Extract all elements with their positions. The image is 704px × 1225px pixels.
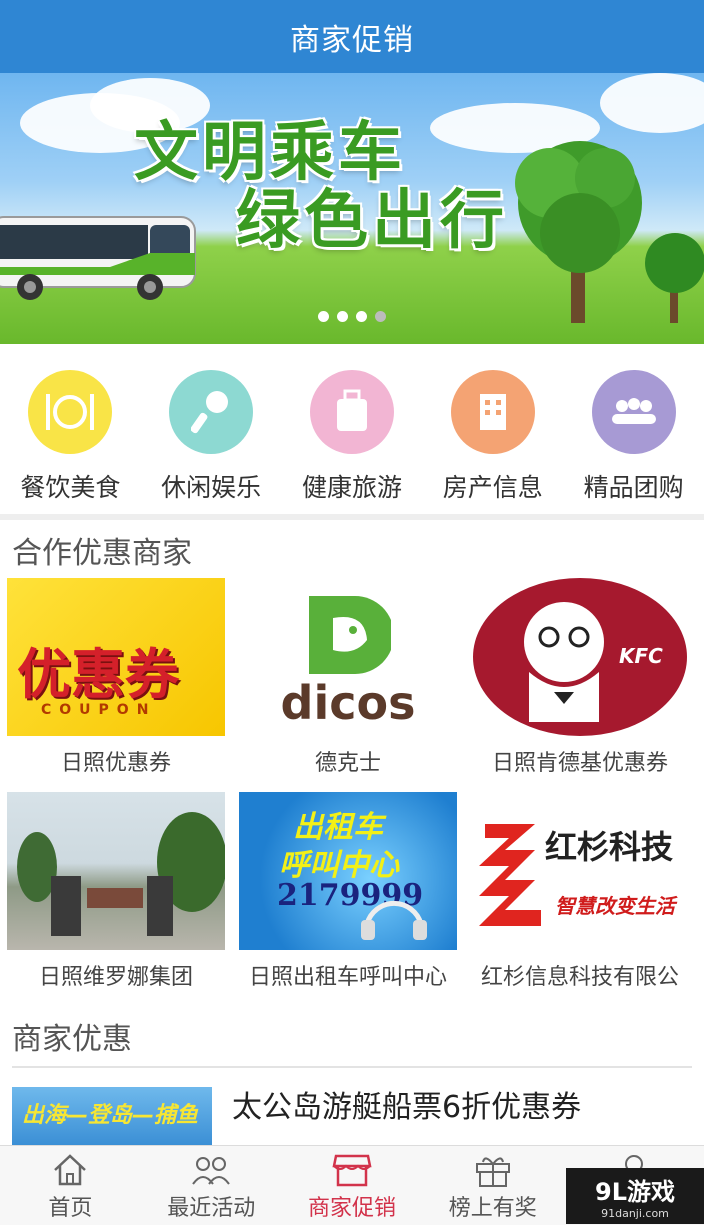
banner-slogan-line2: 绿色出行	[236, 184, 508, 258]
tab-label: 最近活动	[167, 1196, 256, 1221]
merchant-name: 日照肯德基优惠券	[491, 751, 668, 776]
dicos-bird-icon	[309, 596, 391, 674]
headset-icon	[361, 900, 427, 940]
merchant-name: 红杉信息科技有限公	[480, 965, 679, 990]
tree-illustration	[645, 233, 704, 323]
partners-section-title: 合作优惠商家	[12, 536, 192, 571]
deal-image: 出海—登岛—捕鱼	[12, 1087, 212, 1145]
category-label: 餐饮美食	[20, 473, 121, 502]
microphone-icon	[169, 370, 254, 454]
people-icon	[192, 1157, 231, 1185]
redwood-logo-text: 红杉科技	[545, 828, 674, 866]
merchant-name: 日照优惠券	[60, 751, 171, 776]
deal-title: 太公岛游艇船票6折优惠券	[232, 1090, 582, 1125]
deal-image-text: 出海—登岛—捕鱼	[22, 1103, 199, 1128]
carousel-dot[interactable]	[356, 311, 367, 322]
deal-item[interactable]: 出海—登岛—捕鱼 太公岛游艇船票6折优惠券	[12, 1087, 692, 1147]
redwood-logo-icon	[479, 824, 541, 926]
category-label: 房产信息	[442, 473, 543, 502]
merchant-logo: 出租车 呼叫中心 2179999	[239, 792, 457, 950]
site-watermark: 9L游戏 91danji.com	[566, 1168, 704, 1224]
coupon-logo-sub: COUPON	[41, 702, 157, 718]
luggage-icon	[309, 370, 394, 454]
merchant-name: 日照出租车呼叫中心	[248, 965, 447, 990]
tab-label: 榜上有奖	[448, 1196, 537, 1221]
tab-recent-activities[interactable]: 最近活动	[141, 1146, 282, 1225]
tab-rankings[interactable]: 榜上有奖	[422, 1146, 563, 1225]
carousel-dot[interactable]	[375, 311, 386, 322]
deals-section-title: 商家优惠	[12, 1022, 132, 1057]
category-dining[interactable]: 餐饮美食	[0, 344, 140, 514]
merchant-photo	[7, 792, 225, 950]
category-label: 健康旅游	[301, 473, 402, 502]
building-icon	[450, 370, 535, 454]
merchant-grid: 优惠券 COUPON 日照优惠券 dicos 德克士 KFC 日照肯德基优惠券 …	[0, 578, 704, 1006]
category-travel[interactable]: 健康旅游	[282, 344, 422, 514]
category-label: 休闲娱乐	[161, 473, 262, 502]
promo-banner[interactable]: 文明乘车 绿色出行	[0, 73, 704, 344]
tab-merchant-promos[interactable]: 商家促销	[282, 1146, 423, 1225]
category-label: 精品团购	[583, 473, 684, 502]
watermark-url: 91danji.com	[601, 1207, 669, 1220]
bus-illustration	[0, 216, 196, 300]
carousel-dot[interactable]	[318, 311, 329, 322]
merchant-logo: dicos	[239, 578, 457, 736]
kfc-logo-text: KFC	[619, 644, 663, 668]
merchant-card[interactable]: dicos 德克士	[232, 578, 464, 792]
category-groupbuy[interactable]: 精品团购	[564, 344, 704, 514]
dicos-logo-text: dicos	[280, 676, 416, 730]
redwood-logo-sub: 智慧改变生活	[555, 894, 675, 918]
tree-illustration	[515, 141, 642, 323]
plate-cutlery-icon	[28, 370, 113, 454]
watermark-logo: 9L游戏	[595, 1178, 675, 1206]
carousel-indicators[interactable]	[0, 311, 704, 322]
gift-icon	[475, 1157, 510, 1187]
merchant-card[interactable]: 出租车 呼叫中心 2179999 日照出租车呼叫中心	[232, 792, 464, 1006]
category-leisure[interactable]: 休闲娱乐	[141, 344, 281, 514]
home-icon	[54, 1154, 87, 1186]
merchant-logo: KFC	[471, 578, 689, 736]
group-icon	[591, 370, 676, 454]
merchant-card[interactable]: 红杉科技 智慧改变生活 红杉信息科技有限公	[464, 792, 696, 1006]
header-bar: 商家促销	[0, 0, 704, 73]
tab-label: 首页	[48, 1196, 93, 1221]
merchant-card[interactable]: 日照维罗娜集团	[0, 792, 232, 1006]
carousel-dot[interactable]	[337, 311, 348, 322]
merchant-logo: 优惠券 COUPON	[7, 578, 225, 736]
colonel-face-icon	[524, 602, 604, 722]
section-divider	[12, 1066, 692, 1068]
page-title: 商家促销	[290, 22, 414, 58]
merchant-card[interactable]: KFC 日照肯德基优惠券	[464, 578, 696, 792]
store-icon	[332, 1154, 372, 1187]
merchant-card[interactable]: 优惠券 COUPON 日照优惠券	[0, 578, 232, 792]
category-realestate[interactable]: 房产信息	[423, 344, 563, 514]
merchant-name: 日照维罗娜集团	[38, 965, 193, 990]
coupon-logo-text: 优惠券	[17, 643, 179, 706]
category-row: 餐饮美食 休闲娱乐 健康旅游 房产信息 精品团购	[0, 344, 704, 520]
merchant-logo: 红杉科技 智慧改变生活	[471, 792, 689, 950]
merchant-name: 德克士	[314, 751, 381, 776]
tab-home[interactable]: 首页	[0, 1146, 141, 1225]
tab-label: 商家促销	[307, 1196, 396, 1221]
